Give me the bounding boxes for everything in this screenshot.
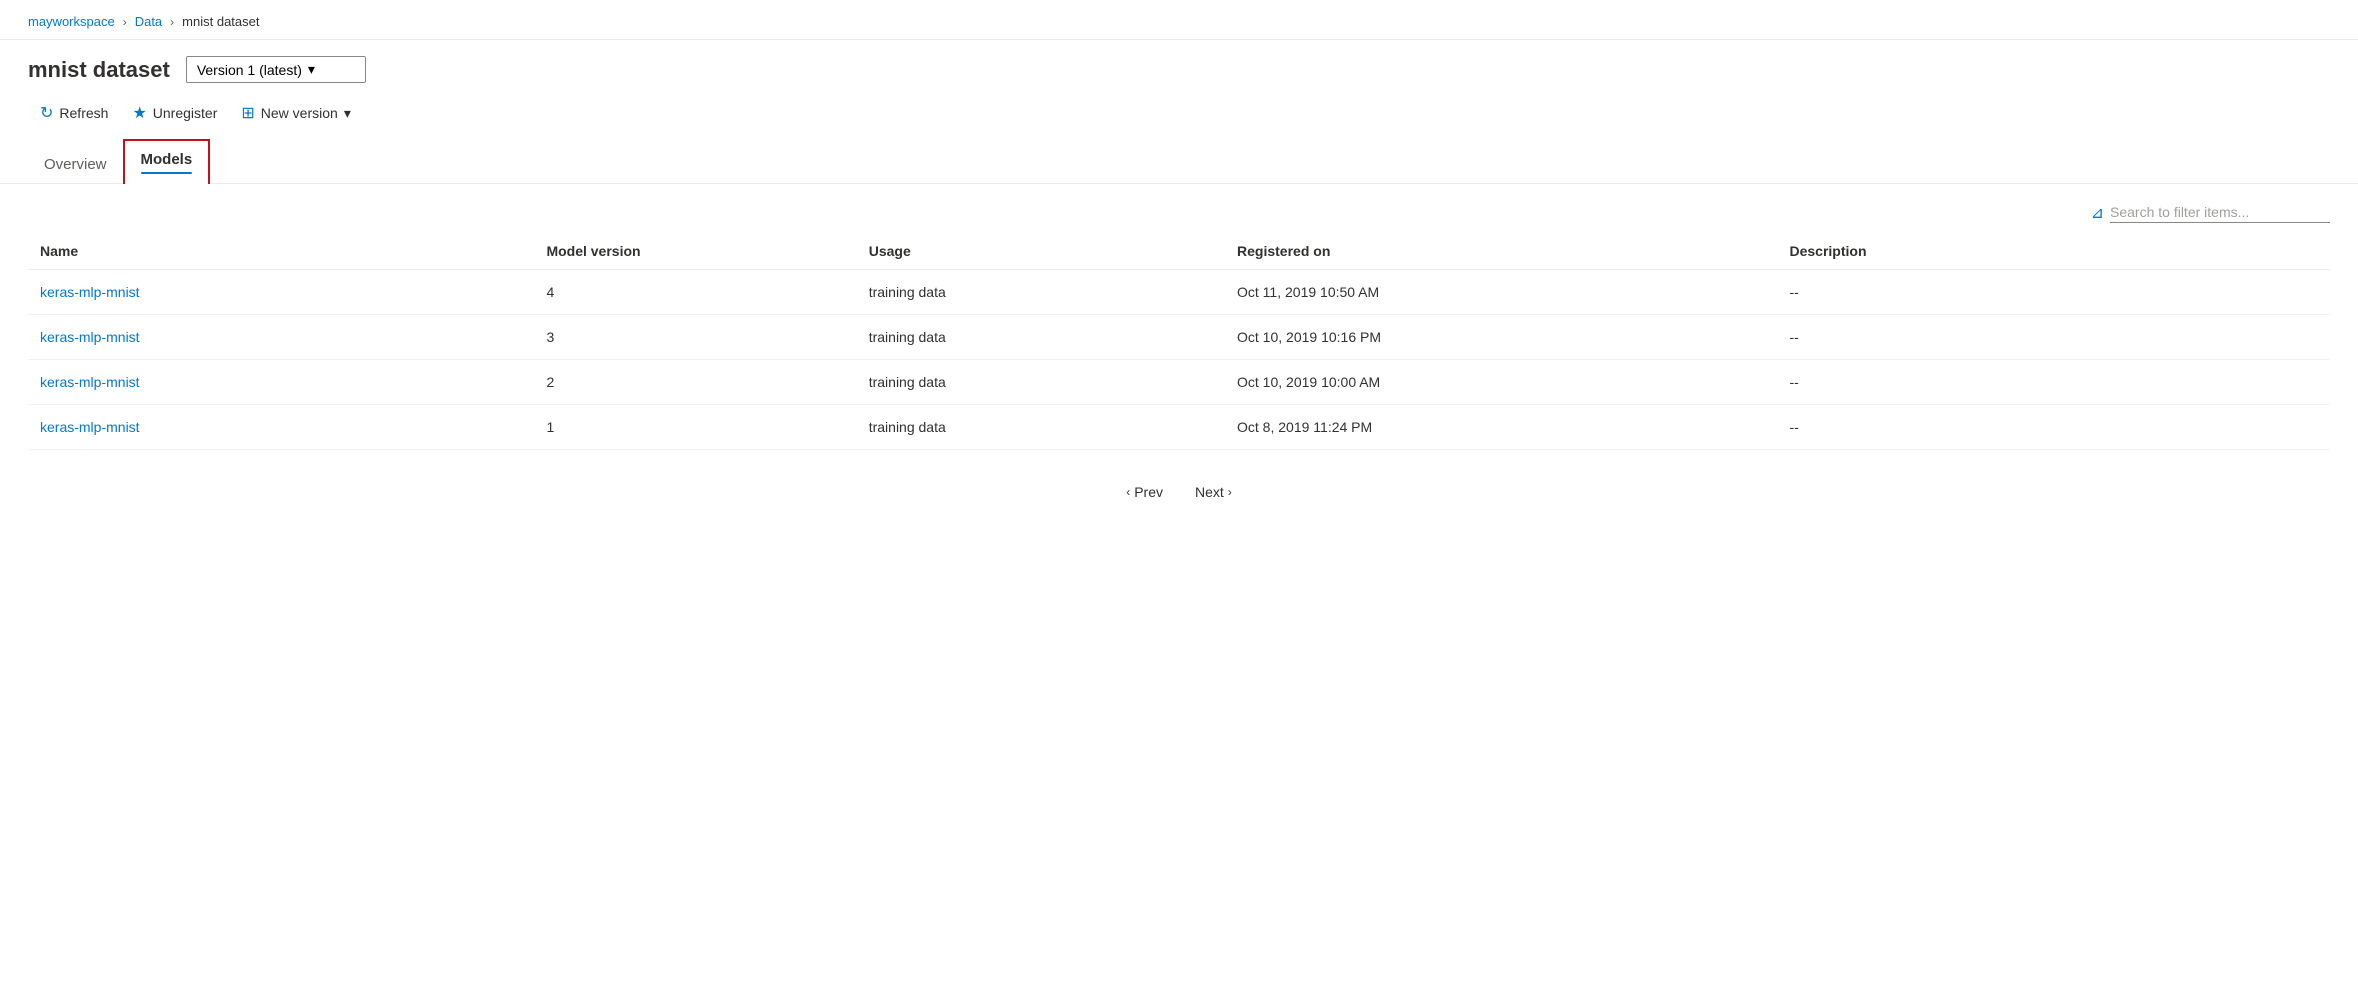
cell-usage-2: training data — [857, 360, 1225, 405]
next-button[interactable]: Next › — [1183, 478, 1244, 506]
table-row: keras-mlp-mnist 1 training data Oct 8, 2… — [28, 405, 2330, 450]
refresh-label: Refresh — [59, 105, 108, 121]
prev-label: Prev — [1134, 484, 1163, 500]
col-header-name: Name — [28, 233, 534, 270]
breadcrumb: mayworkspace › Data › mnist dataset — [0, 0, 2358, 40]
header: mnist dataset Version 1 (latest) ▾ ↻ Ref… — [0, 40, 2358, 139]
cell-registered-3: Oct 8, 2019 11:24 PM — [1225, 405, 1777, 450]
unregister-button[interactable]: ★ Unregister — [120, 97, 229, 129]
version-label: Version 1 (latest) — [197, 62, 302, 78]
new-version-icon: ⊞ — [241, 103, 254, 123]
col-header-version: Model version — [534, 233, 856, 270]
next-label: Next — [1195, 484, 1224, 500]
cell-registered-2: Oct 10, 2019 10:00 AM — [1225, 360, 1777, 405]
cell-registered-0: Oct 11, 2019 10:50 AM — [1225, 270, 1777, 315]
cell-usage-0: training data — [857, 270, 1225, 315]
cell-description-1: -- — [1777, 315, 2330, 360]
filter-bar: ⊿ — [0, 184, 2358, 233]
breadcrumb-sep1: › — [123, 15, 127, 29]
model-link-3[interactable]: keras-mlp-mnist — [40, 419, 140, 435]
unregister-label: Unregister — [153, 105, 218, 121]
cell-name-2: keras-mlp-mnist — [28, 360, 534, 405]
filter-icon: ⊿ — [2091, 203, 2104, 223]
tab-models-label: Models — [141, 151, 193, 168]
cell-version-0: 4 — [534, 270, 856, 315]
refresh-icon: ↻ — [40, 103, 53, 123]
cell-description-0: -- — [1777, 270, 2330, 315]
pagination: ‹ Prev Next › — [0, 450, 2358, 526]
toolbar: ↻ Refresh ★ Unregister ⊞ New version ▾ — [28, 97, 2330, 139]
cell-version-2: 2 — [534, 360, 856, 405]
model-link-1[interactable]: keras-mlp-mnist — [40, 329, 140, 345]
new-version-chevron-icon: ▾ — [344, 105, 351, 122]
cell-name-1: keras-mlp-mnist — [28, 315, 534, 360]
version-dropdown[interactable]: Version 1 (latest) ▾ — [186, 56, 366, 83]
refresh-button[interactable]: ↻ Refresh — [28, 97, 120, 129]
cell-name-3: keras-mlp-mnist — [28, 405, 534, 450]
tabs-bar: Overview Models — [0, 139, 2358, 184]
cell-version-3: 1 — [534, 405, 856, 450]
table-wrap: Name Model version Usage Registered on D… — [0, 233, 2358, 450]
table-header-row: Name Model version Usage Registered on D… — [28, 233, 2330, 270]
cell-description-3: -- — [1777, 405, 2330, 450]
new-version-button[interactable]: ⊞ New version ▾ — [229, 97, 362, 129]
chevron-down-icon: ▾ — [308, 61, 315, 78]
new-version-label: New version — [261, 105, 338, 121]
col-header-registered: Registered on — [1225, 233, 1777, 270]
table-row: keras-mlp-mnist 2 training data Oct 10, … — [28, 360, 2330, 405]
table-row: keras-mlp-mnist 4 training data Oct 11, … — [28, 270, 2330, 315]
breadcrumb-workspace[interactable]: mayworkspace — [28, 14, 115, 29]
star-icon: ★ — [132, 103, 146, 123]
cell-version-1: 3 — [534, 315, 856, 360]
tab-overview-label: Overview — [44, 156, 107, 173]
breadcrumb-sep2: › — [170, 15, 174, 29]
page-title: mnist dataset — [28, 57, 170, 83]
model-link-2[interactable]: keras-mlp-mnist — [40, 374, 140, 390]
cell-registered-1: Oct 10, 2019 10:16 PM — [1225, 315, 1777, 360]
breadcrumb-current: mnist dataset — [182, 14, 259, 29]
tab-overview[interactable]: Overview — [28, 146, 123, 183]
prev-chevron-icon: ‹ — [1126, 485, 1130, 499]
breadcrumb-data[interactable]: Data — [135, 14, 162, 29]
filter-input[interactable] — [2110, 202, 2330, 223]
model-link-0[interactable]: keras-mlp-mnist — [40, 284, 140, 300]
col-header-usage: Usage — [857, 233, 1225, 270]
cell-usage-3: training data — [857, 405, 1225, 450]
prev-button[interactable]: ‹ Prev — [1114, 478, 1175, 506]
col-header-description: Description — [1777, 233, 2330, 270]
models-table: Name Model version Usage Registered on D… — [28, 233, 2330, 450]
cell-description-2: -- — [1777, 360, 2330, 405]
tab-models[interactable]: Models — [123, 139, 211, 184]
cell-name-0: keras-mlp-mnist — [28, 270, 534, 315]
table-row: keras-mlp-mnist 3 training data Oct 10, … — [28, 315, 2330, 360]
cell-usage-1: training data — [857, 315, 1225, 360]
next-chevron-icon: › — [1228, 485, 1232, 499]
